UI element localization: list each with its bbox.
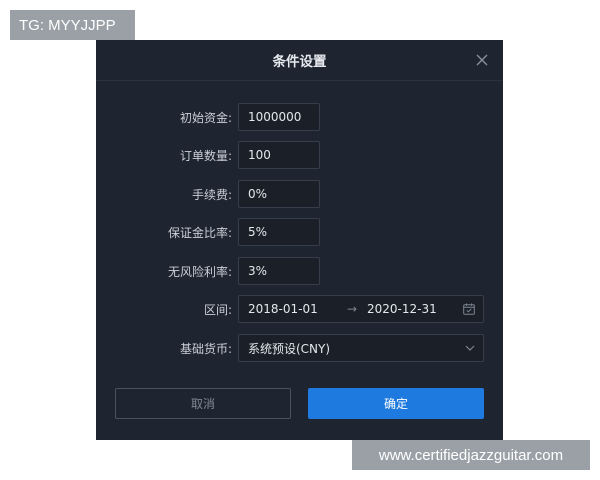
field-row-risk-free-rate: 无风险利率: 3% [96,257,503,285]
field-row-base-currency: 基础货币: 系统预设(CNY) [96,334,503,362]
field-row-initial-capital: 初始资金: 1000000 [96,103,503,131]
initial-capital-label: 初始资金: [179,110,232,125]
interval-label: 区间: [203,302,232,317]
initial-capital-input[interactable]: 1000000 [238,103,320,131]
close-icon[interactable] [474,52,490,68]
cancel-button[interactable]: 取消 [115,388,291,419]
margin-ratio-label: 保证金比率: [167,225,232,240]
watermark-bottom-right: www.certifiedjazzguitar.com [352,440,590,470]
range-arrow: → [347,302,358,316]
dialog-header: 条件设置 [96,40,503,81]
base-currency-select[interactable]: 系统预设(CNY) [238,334,484,362]
commission-label: 手续费: [191,187,232,202]
risk-free-rate-label: 无风险利率: [167,264,232,279]
field-row-margin-ratio: 保证金比率: 5% [96,218,503,246]
interval-start-date[interactable]: 2018-01-01 [248,296,318,322]
settings-dialog: 条件设置 初始资金: 1000000 订单数量: 100 手续费: 0% 保证金… [96,40,503,440]
confirm-button[interactable]: 确定 [308,388,484,419]
field-row-order-quantity: 订单数量: 100 [96,141,503,169]
base-currency-value: 系统预设(CNY) [248,341,331,356]
margin-ratio-input[interactable]: 5% [238,218,320,246]
risk-free-rate-input[interactable]: 3% [238,257,320,285]
interval-end-date[interactable]: 2020-12-31 [367,296,437,322]
interval-date-range-picker[interactable]: 2018-01-01 → 2020-12-31 [238,295,484,323]
order-quantity-input[interactable]: 100 [238,141,320,169]
field-row-interval: 区间: 2018-01-01 → 2020-12-31 [96,295,503,323]
dialog-title: 条件设置 [272,54,327,70]
base-currency-label: 基础货币: [179,341,232,356]
watermark-top-left: TG: MYYJJPP [10,10,135,40]
chevron-down-icon [465,345,475,351]
commission-input[interactable]: 0% [238,180,320,208]
field-row-commission: 手续费: 0% [96,180,503,208]
calendar-icon[interactable] [463,303,475,315]
order-quantity-label: 订单数量: [179,148,232,163]
